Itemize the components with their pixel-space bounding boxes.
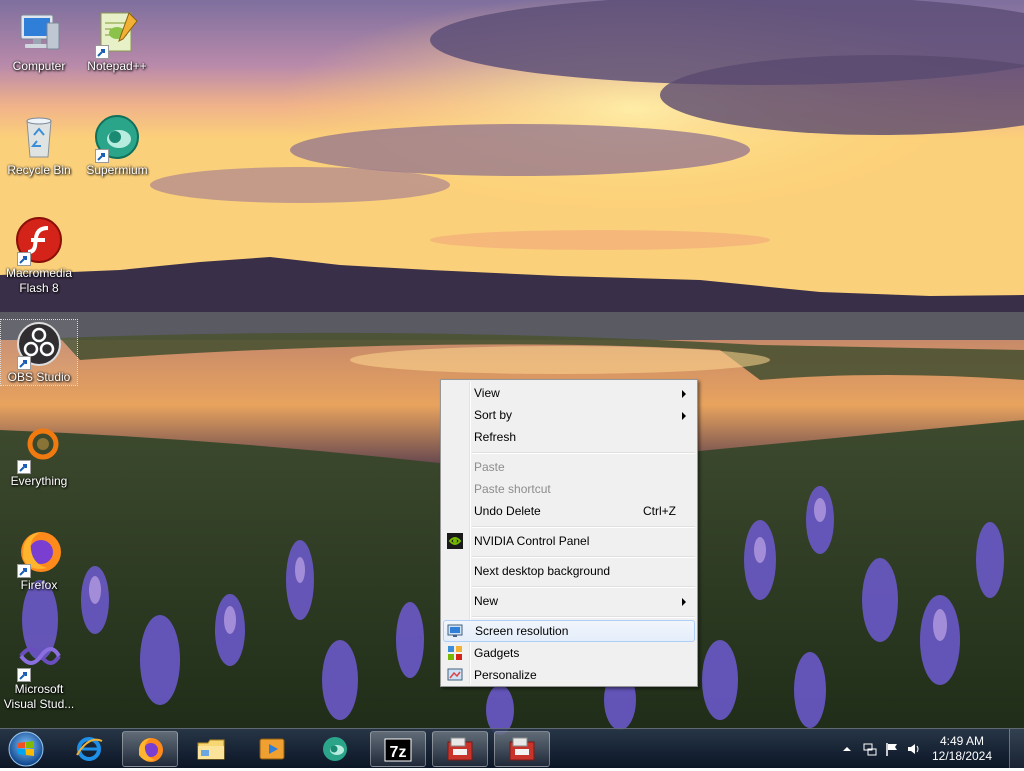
desktop-icon-label: Everything (10, 474, 68, 488)
clock[interactable]: 4:49 AM 12/18/2024 (922, 734, 1002, 764)
file-explorer-icon (197, 739, 225, 760)
firefox-icon (139, 738, 163, 762)
menu-item-nvidia-control-panel[interactable]: NVIDIA Control Panel (443, 530, 695, 552)
shortcut-arrow-icon (17, 252, 31, 266)
menu-item-screen-resolution[interactable]: Screen resolution (443, 620, 695, 642)
windows-start-icon (8, 731, 44, 767)
menu-separator (472, 526, 695, 528)
menu-item-label: New (474, 594, 499, 608)
desktop-icon-obs-studio[interactable]: OBS Studio (0, 319, 78, 386)
desktop-icon-firefox[interactable]: Firefox (1, 528, 77, 593)
clock-date: 12/18/2024 (931, 749, 993, 763)
menu-item-label: Sort by (474, 408, 513, 422)
start-button[interactable] (4, 730, 48, 768)
desktop-icon-label: Computer (12, 59, 66, 73)
menu-item-label: Screen resolution (475, 624, 569, 638)
taskbar-file-explorer[interactable] (184, 731, 240, 767)
taskbar-firefox[interactable] (122, 731, 178, 767)
7zip-icon: 7z (384, 738, 412, 762)
menu-item-next-desktop-background[interactable]: Next desktop background (443, 560, 695, 582)
app-icon (447, 737, 473, 761)
menu-item-new[interactable]: New (443, 590, 695, 612)
desktop-icon-label: Firefox (20, 578, 58, 592)
desktop-icon-label: Microsoft Visual Stud... (3, 682, 75, 711)
desktop-icon-macromedia-flash[interactable]: Macromedia Flash 8 (1, 216, 77, 296)
volume-icon[interactable] (906, 741, 922, 757)
network-icon[interactable] (862, 741, 878, 757)
menu-item-gadgets[interactable]: Gadgets (443, 642, 695, 664)
desktop-icon-visual-studio[interactable]: Microsoft Visual Stud... (1, 632, 77, 712)
menu-item-undo-delete[interactable]: Undo Delete Ctrl+Z (443, 500, 695, 522)
system-tray: 4:49 AM 12/18/2024 (838, 729, 1024, 769)
svg-text:7z: 7z (390, 744, 407, 761)
desktop-icon-computer[interactable]: Computer (1, 9, 77, 74)
clock-time: 4:49 AM (939, 734, 985, 748)
action-center-flag-icon[interactable] (884, 741, 900, 757)
shortcut-arrow-icon (95, 45, 109, 59)
show-hidden-icons-icon[interactable] (842, 744, 852, 754)
shortcut-arrow-icon (17, 460, 31, 474)
menu-item-label: Next desktop background (474, 564, 611, 578)
menu-separator (472, 616, 695, 618)
taskbar-7zip[interactable]: 7z (370, 731, 426, 767)
show-desktop-button[interactable] (1009, 729, 1024, 769)
menu-item-label: Undo Delete (474, 504, 541, 518)
desktop-icon-label: Recycle Bin (7, 163, 71, 177)
menu-item-paste: Paste (443, 456, 695, 478)
recycle-bin-icon (26, 117, 52, 158)
desktop-icon-notepad-plus-plus[interactable]: Notepad++ (79, 9, 155, 74)
shortcut-arrow-icon (17, 356, 31, 370)
menu-separator (472, 586, 695, 588)
menu-item-shortcut: Ctrl+Z (643, 504, 676, 518)
internet-explorer-icon (76, 737, 103, 761)
taskbar-internet-explorer[interactable] (62, 731, 118, 767)
desktop-icon-label: Notepad++ (87, 59, 147, 73)
shortcut-arrow-icon (17, 564, 31, 578)
menu-item-paste-shortcut: Paste shortcut (443, 478, 695, 500)
computer-icon (20, 14, 60, 50)
shortcut-arrow-icon (95, 149, 109, 163)
personalize-icon (447, 668, 463, 681)
desktop-icon-label: Macromedia Flash 8 (5, 266, 73, 295)
gadgets-icon (448, 646, 462, 660)
desktop-icon-recycle-bin[interactable]: Recycle Bin (1, 113, 77, 178)
desktop-icon-everything[interactable]: Everything (1, 424, 77, 489)
menu-item-view[interactable]: View (443, 382, 695, 404)
taskbar-supermium[interactable] (308, 731, 364, 767)
media-player-icon (259, 738, 285, 760)
menu-separator (472, 556, 695, 558)
menu-separator (472, 452, 695, 454)
menu-item-label: Paste (474, 460, 505, 474)
taskbar: 7z 4:49 AM 12/18/2024 (0, 728, 1024, 769)
menu-item-personalize[interactable]: Personalize (443, 664, 695, 686)
supermium-icon (323, 737, 347, 761)
desktop-context-menu: View Sort by Refresh Paste Paste shortcu… (440, 379, 698, 687)
submenu-arrow-icon (682, 390, 686, 398)
taskbar-app-2[interactable] (494, 731, 550, 767)
taskbar-media-player[interactable] (245, 731, 301, 767)
menu-item-label: Personalize (474, 668, 537, 682)
submenu-arrow-icon (682, 412, 686, 420)
desktop-icon-label: Supermium (86, 163, 148, 177)
menu-item-label: Gadgets (474, 646, 520, 660)
menu-item-label: View (474, 386, 500, 400)
taskbar-app-1[interactable] (432, 731, 488, 767)
menu-item-sort-by[interactable]: Sort by (443, 404, 695, 426)
submenu-arrow-icon (682, 598, 686, 606)
desktop-icon-supermium[interactable]: Supermium (79, 113, 155, 178)
menu-item-label: Paste shortcut (474, 482, 551, 496)
menu-item-label: Refresh (474, 430, 517, 444)
shortcut-arrow-icon (17, 668, 31, 682)
desktop-icon-label: OBS Studio (7, 370, 71, 384)
menu-item-refresh[interactable]: Refresh (443, 426, 695, 448)
menu-item-label: NVIDIA Control Panel (474, 534, 590, 548)
monitor-icon (447, 624, 463, 637)
nvidia-icon (447, 533, 463, 549)
app-icon (509, 737, 535, 761)
